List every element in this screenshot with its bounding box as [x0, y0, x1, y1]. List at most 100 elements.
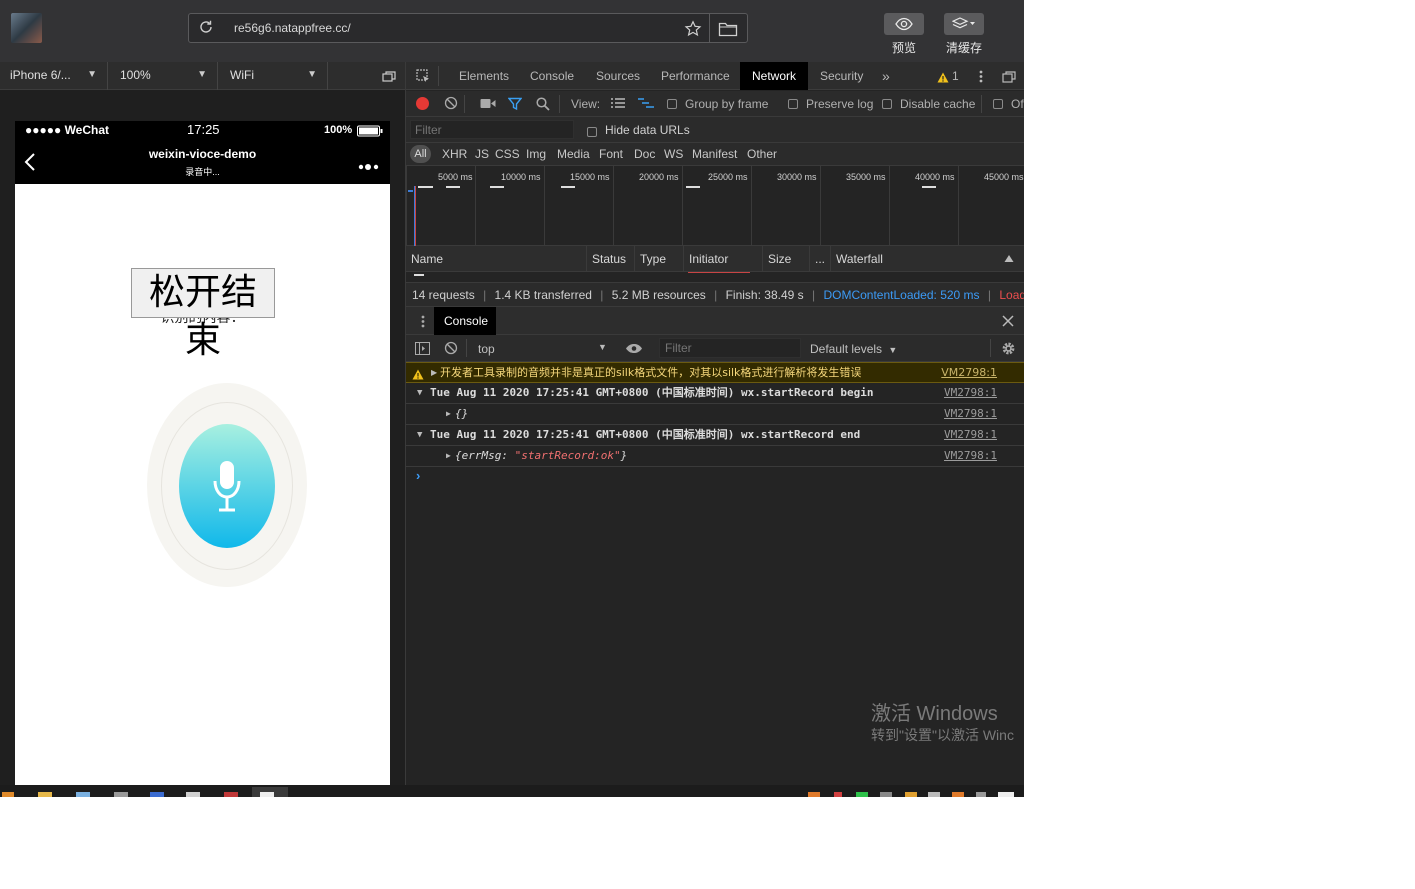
- zoom-select[interactable]: 100% ▼: [110, 62, 218, 90]
- preview-button[interactable]: [884, 13, 924, 35]
- clear-cache-button[interactable]: [944, 13, 984, 35]
- disable-cache-checkbox[interactable]: [882, 97, 892, 111]
- console-messages[interactable]: ▶ 开发者工具录制的音频并非是真正的silk格式文件，对其以silk格式进行解析…: [406, 362, 1024, 797]
- clear-icon[interactable]: [444, 96, 458, 113]
- tray-icon[interactable]: [880, 792, 892, 797]
- url-text[interactable]: re56g6.natappfree.cc/: [234, 21, 351, 35]
- network-select[interactable]: WiFi ▼: [220, 62, 328, 90]
- tray-icon[interactable]: [928, 792, 940, 797]
- close-icon[interactable]: [1002, 314, 1014, 332]
- eye-icon[interactable]: [625, 343, 643, 357]
- record-icon[interactable]: [416, 97, 429, 110]
- tray-icon[interactable]: [834, 792, 842, 797]
- clear-console-icon[interactable]: [444, 341, 458, 358]
- taskbar-app-icon[interactable]: [2, 792, 14, 797]
- taskbar-app-icon[interactable]: [224, 792, 238, 797]
- url-bar[interactable]: re56g6.natappfree.cc/: [188, 13, 748, 43]
- console-log-message[interactable]: ▼ Tue Aug 11 2020 17:25:41 GMT+0800 (中国标…: [406, 383, 1024, 404]
- tab-console[interactable]: Console: [530, 62, 574, 90]
- drawer-menu-icon[interactable]: [421, 315, 425, 333]
- console-warning-message[interactable]: ▶ 开发者工具录制的音频并非是真正的silk格式文件，对其以silk格式进行解析…: [406, 362, 1024, 383]
- device-select[interactable]: iPhone 6/... ▼: [0, 62, 108, 90]
- search-icon[interactable]: [536, 97, 550, 114]
- offline-checkbox[interactable]: [993, 97, 1003, 111]
- tab-network[interactable]: Network: [740, 62, 808, 90]
- network-table-body[interactable]: [406, 272, 1024, 282]
- type-filter-js[interactable]: JS: [475, 147, 489, 161]
- console-object-message[interactable]: ▶ {errMsg: "startRecord:ok"} VM2798:1: [406, 446, 1024, 467]
- col-waterfall[interactable]: Waterfall: [831, 246, 1024, 272]
- popout-icon[interactable]: [382, 70, 396, 88]
- record-button[interactable]: [179, 424, 275, 548]
- collapse-arrow-icon[interactable]: ▼: [417, 383, 422, 403]
- type-filter-font[interactable]: Font: [599, 147, 623, 161]
- log-levels-select[interactable]: Default levels ▼: [810, 342, 897, 356]
- preview-label[interactable]: 预览: [874, 39, 934, 56]
- console-source-link[interactable]: VM2798:1: [944, 404, 997, 424]
- drawer-tab-console[interactable]: Console: [434, 307, 496, 335]
- preserve-log-label[interactable]: Preserve log: [806, 97, 873, 111]
- tab-security[interactable]: Security: [820, 62, 863, 90]
- tab-sources[interactable]: Sources: [596, 62, 640, 90]
- offline-label[interactable]: Of: [1011, 97, 1024, 111]
- type-filter-media[interactable]: Media: [557, 147, 590, 161]
- tray-icon[interactable]: [905, 792, 917, 797]
- gear-icon[interactable]: [1001, 341, 1016, 359]
- clear-cache-label[interactable]: 清缓存: [934, 39, 994, 56]
- col-size[interactable]: Size: [763, 246, 810, 272]
- type-filter-xhr[interactable]: XHR: [442, 147, 467, 161]
- taskbar-app-icon[interactable]: [150, 792, 164, 797]
- warning-icon[interactable]: [937, 70, 949, 88]
- filter-funnel-icon[interactable]: [507, 97, 523, 114]
- network-filter-input[interactable]: [410, 120, 574, 139]
- sidebar-toggle-icon[interactable]: [415, 342, 430, 358]
- expand-arrow-icon[interactable]: ▶: [431, 363, 437, 383]
- tab-performance[interactable]: Performance: [661, 62, 730, 90]
- type-filter-img[interactable]: Img: [526, 147, 546, 161]
- taskbar-app-icon[interactable]: [76, 792, 90, 797]
- type-filter-all[interactable]: All: [410, 145, 431, 163]
- hide-data-urls-checkbox[interactable]: [587, 123, 597, 141]
- console-log-message[interactable]: ▼ Tue Aug 11 2020 17:25:41 GMT+0800 (中国标…: [406, 425, 1024, 446]
- type-filter-doc[interactable]: Doc: [634, 147, 655, 161]
- group-by-frame-label[interactable]: Group by frame: [685, 97, 768, 111]
- tray-icon[interactable]: [808, 792, 820, 797]
- more-tabs-button[interactable]: »: [882, 62, 890, 90]
- type-filter-manifest[interactable]: Manifest: [692, 147, 737, 161]
- expand-arrow-icon[interactable]: ▶: [446, 404, 451, 424]
- console-prompt[interactable]: ›: [416, 468, 420, 483]
- console-source-link[interactable]: VM2798:1: [944, 383, 997, 403]
- kebab-menu-icon[interactable]: [979, 70, 983, 88]
- preserve-log-checkbox[interactable]: [788, 97, 798, 111]
- disable-cache-label[interactable]: Disable cache: [900, 97, 975, 111]
- col-type[interactable]: Type: [635, 246, 684, 272]
- tray-icon[interactable]: [952, 792, 964, 797]
- refresh-icon[interactable]: [198, 19, 214, 40]
- waterfall-overview-icon[interactable]: [638, 97, 654, 113]
- video-camera-icon[interactable]: [480, 98, 496, 112]
- context-select[interactable]: top ▼: [468, 335, 614, 361]
- hide-data-urls-label[interactable]: Hide data URLs: [605, 123, 690, 137]
- group-by-frame-checkbox[interactable]: [667, 97, 677, 111]
- col-name[interactable]: Name: [406, 246, 587, 272]
- col-initiator[interactable]: Initiator: [684, 246, 763, 272]
- large-rows-icon[interactable]: [611, 98, 625, 112]
- more-dots-icon[interactable]: [358, 158, 380, 176]
- network-timeline-overview[interactable]: 5000 ms 10000 ms 15000 ms 20000 ms 25000…: [406, 166, 1024, 246]
- console-filter-input[interactable]: [659, 338, 801, 358]
- tray-icon[interactable]: [856, 792, 868, 797]
- taskbar-app-icon[interactable]: [186, 792, 200, 797]
- warning-count[interactable]: 1: [952, 62, 959, 90]
- expand-arrow-icon[interactable]: ▶: [446, 446, 451, 466]
- star-icon[interactable]: [684, 20, 702, 43]
- tray-icon[interactable]: [998, 792, 1014, 797]
- undock-icon[interactable]: [1002, 70, 1016, 88]
- tray-icon[interactable]: [976, 792, 986, 797]
- inspect-element-icon[interactable]: [416, 69, 431, 89]
- console-source-link[interactable]: VM2798:1: [944, 425, 997, 445]
- console-object-message[interactable]: ▶ {} VM2798:1: [406, 404, 1024, 425]
- console-source-link[interactable]: VM2798:1: [944, 446, 997, 466]
- taskbar-app-icon[interactable]: [114, 792, 128, 797]
- collapse-arrow-icon[interactable]: ▼: [417, 425, 422, 445]
- col-more[interactable]: ...: [810, 246, 831, 272]
